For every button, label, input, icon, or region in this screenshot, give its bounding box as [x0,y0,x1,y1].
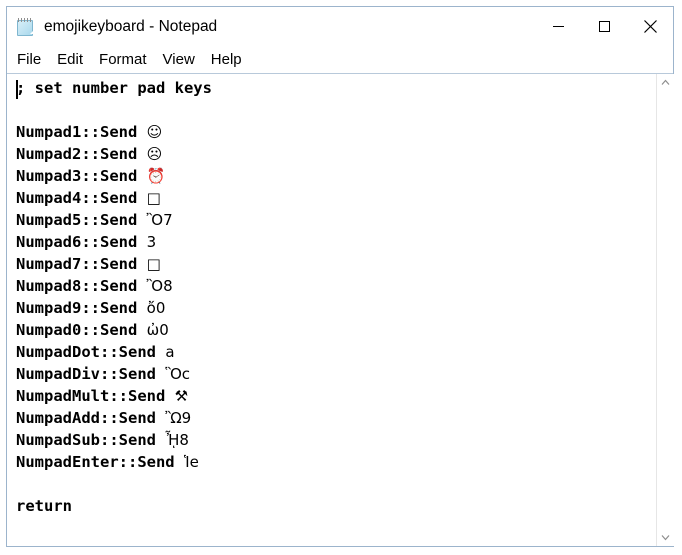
code-line: NumpadMult::Send ⚒ [16,385,656,407]
emoji-glyph: ὆3 [147,233,157,251]
code-line: NumpadEnter::Send Ἱe [16,451,656,473]
menu-item-file[interactable]: File [17,52,41,67]
code-line [16,473,656,495]
emoji-glyph: ☹ [147,145,163,163]
code-line: ; set number pad keys [16,77,656,99]
close-button[interactable] [627,7,673,46]
minimize-button[interactable] [535,7,581,46]
code-lines: ; set number pad keys Numpad1::Send ☺ Num… [16,77,656,517]
code-line-text: Numpad5::Send [16,211,147,229]
vertical-scrollbar[interactable] [656,74,673,546]
code-line: Numpad5::Send Ὂ7 [16,209,656,231]
code-line-text: Numpad7::Send [16,255,147,273]
code-line: NumpadSub::Send ᾞ8 [16,429,656,451]
code-line: Numpad9::Send ὄ0 [16,297,656,319]
window-title: emojikeyboard - Notepad [44,19,217,35]
scroll-down-icon[interactable] [657,529,674,546]
scroll-up-icon[interactable] [657,74,674,91]
code-line-text: Numpad4::Send [16,189,147,207]
code-line-text: NumpadDiv::Send [16,365,165,383]
emoji-glyph: ὘a [165,343,174,361]
code-line: NumpadDot::Send ὘a [16,341,656,363]
notepad-window: emojikeyboard - Notepad File Edit Format… [6,6,674,547]
code-line-text [16,101,25,119]
emoji-glyph: Ὃc [165,365,190,383]
code-line-text: Numpad2::Send [16,145,147,163]
menu-item-format[interactable]: Format [99,52,147,67]
menu-item-view[interactable]: View [163,52,195,67]
emoji-glyph: ⚒ [175,387,188,405]
code-line: Numpad4::Send □ [16,187,656,209]
emoji-glyph: ὠ0 [147,321,169,339]
code-line-text: NumpadEnter::Send [16,453,184,471]
code-line-text: NumpadAdd::Send [16,409,165,427]
notepad-icon [16,17,36,37]
window-controls [535,7,673,46]
emoji-glyph: Ἱe [184,453,199,471]
text-caret [16,80,18,99]
code-line: Numpad7::Send □ [16,253,656,275]
code-line: Numpad1::Send ☺ [16,121,656,143]
emoji-glyph: □ [147,255,161,273]
emoji-glyph: ⏰ [147,167,166,185]
code-line-text: Numpad1::Send [16,123,147,141]
code-line: Numpad0::Send ὠ0 [16,319,656,341]
code-line-text: Numpad6::Send [16,233,147,251]
code-line: NumpadAdd::Send Ὢ9 [16,407,656,429]
text-editor[interactable]: ; set number pad keys Numpad1::Send ☺ Num… [7,74,656,546]
code-line: NumpadDiv::Send Ὃc [16,363,656,385]
code-line-text: ; set number pad keys [16,79,212,97]
code-line-text: Numpad3::Send [16,167,147,185]
menu-item-help[interactable]: Help [211,52,242,67]
emoji-glyph: Ὢ9 [165,409,191,427]
editor-region: ; set number pad keys Numpad1::Send ☺ Num… [7,73,673,546]
code-line: Numpad6::Send ὆3 [16,231,656,253]
code-line: return [16,495,656,517]
emoji-glyph: Ὂ7 [147,211,173,229]
code-line-text: Numpad8::Send [16,277,147,295]
scrollbar-track[interactable] [657,91,674,529]
code-line-text: NumpadMult::Send [16,387,175,405]
code-line: Numpad3::Send ⏰ [16,165,656,187]
menu-item-edit[interactable]: Edit [57,52,83,67]
code-line-text: NumpadDot::Send [16,343,165,361]
emoji-glyph: ᾞ8 [165,431,189,449]
code-line: Numpad2::Send ☹ [16,143,656,165]
emoji-glyph: □ [147,189,161,207]
code-line-text [16,475,25,493]
emoji-glyph: ὄ0 [147,299,166,317]
emoji-glyph: Ὂ8 [147,277,173,295]
maximize-button[interactable] [581,7,627,46]
code-line-text: Numpad0::Send [16,321,147,339]
emoji-glyph: ☺ [147,123,163,141]
code-line: Numpad8::Send Ὂ8 [16,275,656,297]
code-line-text: NumpadSub::Send [16,431,165,449]
menu-bar: File Edit Format View Help [7,46,673,73]
code-line-text: Numpad9::Send [16,299,147,317]
title-bar: emojikeyboard - Notepad [7,7,673,46]
code-line [16,99,656,121]
code-line-text: return [16,497,72,515]
